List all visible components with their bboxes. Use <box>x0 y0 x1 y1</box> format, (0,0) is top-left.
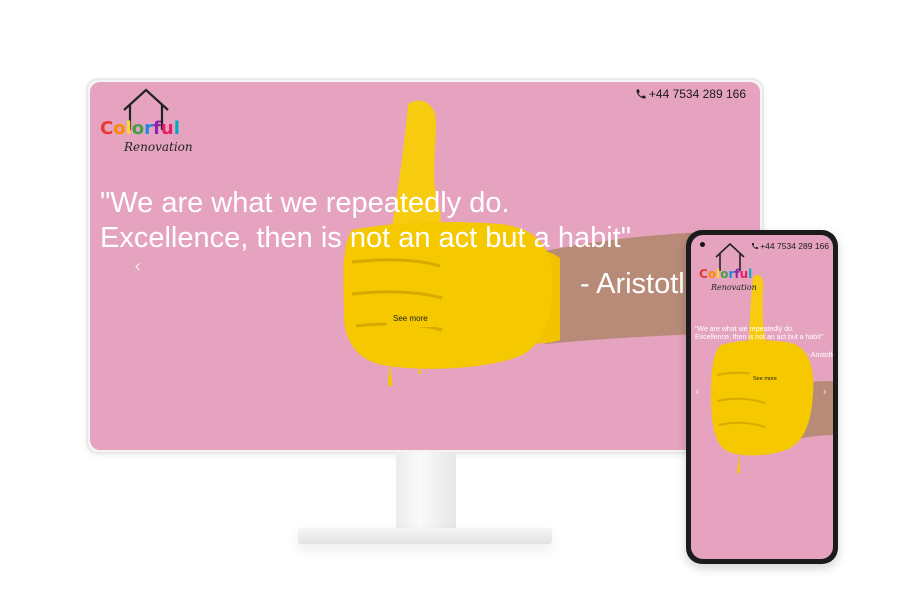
hero-quote-line-1: "We are what we repeatedly do. <box>695 326 794 333</box>
monitor-stand-base <box>298 528 552 544</box>
contact-phone[interactable]: +44 7534 289 166 <box>751 241 829 251</box>
monitor-stand-neck <box>396 452 456 534</box>
logo-tagline: Renovation <box>711 283 757 292</box>
logo-letter: o <box>707 267 717 281</box>
logo-letter: u <box>739 267 749 281</box>
chevron-left-icon[interactable]: ‹ <box>695 385 699 398</box>
chevron-right-icon[interactable]: › <box>823 385 827 398</box>
contact-phone[interactable]: +44 7534 289 166 <box>635 87 746 101</box>
logo-letter: o <box>131 118 145 139</box>
logo-brand-word: Colorful <box>100 118 180 139</box>
phone-number: +44 7534 289 166 <box>648 87 746 101</box>
hero-quote: "We are what we repeatedly do. Excellenc… <box>100 186 740 256</box>
logo-letter: l <box>748 267 753 281</box>
logo-letter: u <box>160 118 174 139</box>
desktop-screen: Colorful Renovation +44 7534 289 166 "We… <box>90 82 760 450</box>
mobile-phone: Colorful Renovation +44 7534 289 166 "We… <box>686 230 838 564</box>
logo-letter: f <box>153 118 161 139</box>
hero-quote-line-2: Excellence, then is not an act but a hab… <box>100 221 632 254</box>
logo-letter: o <box>113 118 126 139</box>
logo-letter: C <box>100 118 114 139</box>
phone-number: +44 7534 289 166 <box>760 241 829 251</box>
logo-brand-word: Colorful <box>699 267 752 281</box>
logo-letter: r <box>144 118 154 139</box>
chevron-left-icon[interactable]: ‹ <box>134 256 141 277</box>
phone-icon <box>636 89 646 99</box>
mobile-screen: Colorful Renovation +44 7534 289 166 "We… <box>691 235 833 559</box>
logo-letter: l <box>173 118 180 139</box>
hero-quote-author: - Aristotle <box>807 352 833 359</box>
see-more-button[interactable]: See more <box>749 373 781 385</box>
logo-letter: C <box>699 267 708 281</box>
hero-quote-line-2: Excellence, then is not an act but a hab… <box>695 334 824 342</box>
hero-quote: "We are what we repeatedly do. Excellenc… <box>695 326 833 343</box>
see-more-button[interactable]: See more <box>387 310 434 327</box>
phone-icon <box>752 243 759 249</box>
hero-quote-author: - Aristotle <box>580 268 701 300</box>
hero-quote-line-1: "We are what we repeatedly do. <box>100 187 510 219</box>
logo-tagline: Renovation <box>124 140 193 154</box>
front-camera <box>700 242 705 247</box>
hero-thumbs-up-image <box>343 100 760 387</box>
desktop-monitor: Colorful Renovation +44 7534 289 166 "We… <box>86 78 764 454</box>
